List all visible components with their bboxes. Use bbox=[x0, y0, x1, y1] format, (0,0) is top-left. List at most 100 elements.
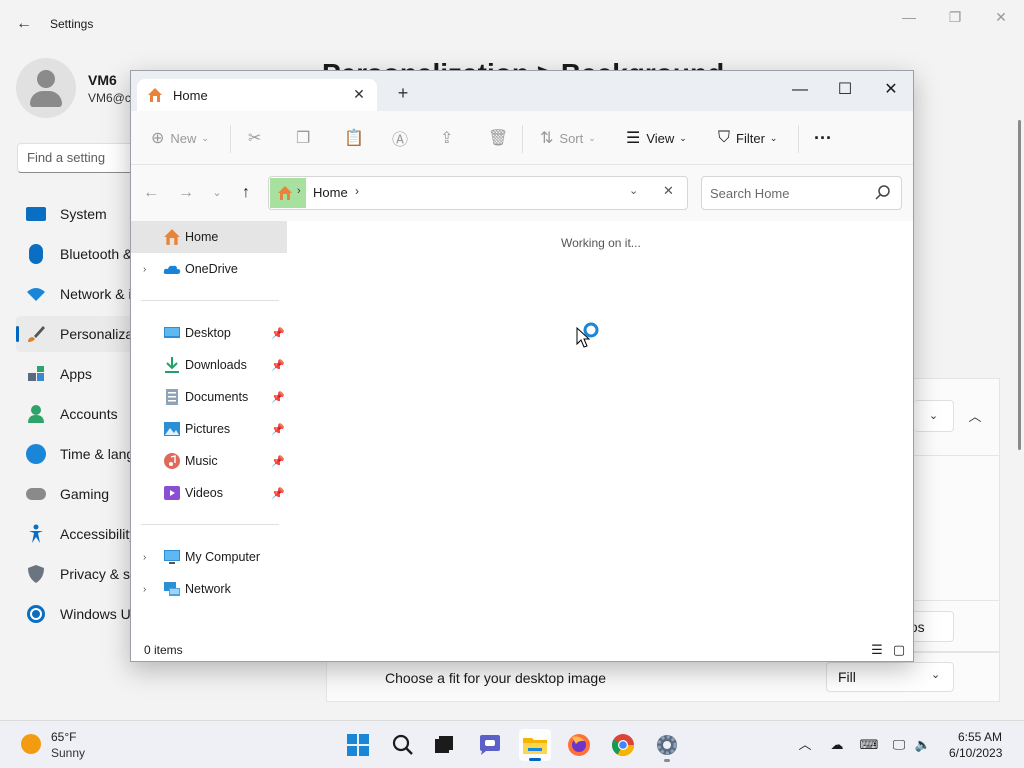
explorer-titlebar[interactable]: Home ✕ + — ☐ ✕ bbox=[131, 71, 913, 111]
show-hidden-icons-chevron-icon[interactable]: ︿ bbox=[795, 735, 815, 755]
pin-icon[interactable]: 📌 bbox=[271, 327, 285, 340]
address-clear-icon[interactable]: ✕ bbox=[663, 183, 674, 199]
expand-chevron-icon[interactable]: › bbox=[143, 584, 153, 595]
nav-item-home[interactable]: Home bbox=[131, 221, 287, 253]
nav-item-onedrive[interactable]: › OneDrive bbox=[131, 253, 287, 285]
fit-value: Fill bbox=[838, 669, 856, 685]
nav-label: My Computer bbox=[185, 550, 261, 564]
settings-nav-personalization[interactable]: Personalization bbox=[16, 316, 136, 352]
explorer-minimize-button[interactable]: — bbox=[777, 76, 823, 104]
back-arrow-icon[interactable]: ← bbox=[140, 182, 162, 204]
weather-temperature[interactable]: 65°F bbox=[51, 730, 76, 744]
recent-locations-chevron-icon[interactable]: ⌄ bbox=[206, 182, 228, 204]
pin-icon[interactable]: 📌 bbox=[271, 455, 285, 468]
delete-button[interactable]: 🗑 bbox=[488, 127, 514, 149]
explorer-close-button[interactable]: ✕ bbox=[868, 76, 913, 104]
clock-time[interactable]: 6:55 AM bbox=[958, 730, 1002, 744]
nav-item-documents[interactable]: Documents 📌 bbox=[131, 381, 287, 413]
start-button[interactable] bbox=[342, 729, 374, 761]
clock-date[interactable]: 6/10/2023 bbox=[949, 746, 1002, 760]
rename-button[interactable]: Ⓐ bbox=[392, 127, 414, 149]
see-more-button[interactable]: ··· bbox=[814, 127, 832, 149]
breadcrumb-chevron-icon[interactable]: › bbox=[355, 184, 359, 198]
settings-scrollbar[interactable] bbox=[1018, 120, 1021, 450]
address-home-segment[interactable]: › bbox=[270, 178, 306, 208]
chrome-button[interactable] bbox=[607, 729, 639, 761]
nav-item-videos[interactable]: Videos 📌 bbox=[131, 477, 287, 509]
nav-item-desktop[interactable]: Desktop 📌 bbox=[131, 317, 287, 349]
task-view-button[interactable] bbox=[428, 729, 460, 761]
clock-globe-icon bbox=[26, 444, 46, 464]
nav-label: Privacy & security bbox=[60, 566, 136, 582]
settings-nav-gaming[interactable]: Gaming bbox=[16, 476, 136, 512]
new-tab-plus-icon[interactable]: + bbox=[393, 83, 413, 103]
network-status-icon[interactable]: 🖵 bbox=[889, 735, 909, 755]
firefox-icon bbox=[568, 734, 590, 756]
settings-nav-time-language[interactable]: Time & language bbox=[16, 436, 136, 472]
tab-home[interactable]: Home ✕ bbox=[137, 79, 377, 111]
firefox-button[interactable] bbox=[563, 729, 595, 761]
sun-weather-icon[interactable] bbox=[21, 734, 41, 754]
back-arrow-icon[interactable]: ← bbox=[14, 14, 34, 34]
background-type-dropdown[interactable]: ⌄ bbox=[914, 400, 954, 432]
address-bar[interactable]: › Home › ⌄ ✕ bbox=[268, 176, 688, 210]
copy-button[interactable]: ❐ bbox=[296, 127, 316, 149]
sort-button[interactable]: ⇅ Sort ⌄ bbox=[540, 127, 596, 149]
paste-button[interactable]: 📋 bbox=[344, 127, 370, 149]
gamepad-icon bbox=[26, 488, 46, 500]
breadcrumb-home[interactable]: Home bbox=[313, 185, 348, 200]
nav-item-pictures[interactable]: Pictures 📌 bbox=[131, 413, 287, 445]
up-arrow-icon[interactable]: ↑ bbox=[235, 182, 257, 204]
nav-divider bbox=[141, 524, 279, 525]
cut-button[interactable]: ✂ bbox=[248, 127, 267, 149]
tab-close-icon[interactable]: ✕ bbox=[349, 84, 369, 104]
keyboard-icon[interactable]: ⌨ bbox=[859, 735, 879, 755]
avatar[interactable] bbox=[16, 58, 76, 118]
apps-icon bbox=[26, 364, 46, 384]
close-button[interactable]: ✕ bbox=[989, 8, 1013, 26]
taskbar-search-button[interactable] bbox=[387, 729, 419, 761]
nav-item-downloads[interactable]: Downloads 📌 bbox=[131, 349, 287, 381]
settings-nav-windows-update[interactable]: Windows Update bbox=[16, 596, 136, 632]
details-view-icon[interactable]: ☰ bbox=[869, 642, 885, 658]
settings-nav-accessibility[interactable]: Accessibility bbox=[16, 516, 136, 552]
forward-arrow-icon[interactable]: → bbox=[175, 182, 197, 204]
pin-icon[interactable]: 📌 bbox=[271, 391, 285, 404]
share-button[interactable]: ⇪ bbox=[440, 127, 459, 149]
new-button[interactable]: ⊕ New ⌄ bbox=[151, 127, 209, 149]
settings-nav-accounts[interactable]: Accounts bbox=[16, 396, 136, 432]
pin-icon[interactable]: 📌 bbox=[271, 487, 285, 500]
chevron-up-icon[interactable]: ︿ bbox=[964, 406, 986, 426]
volume-icon[interactable]: 🔈 bbox=[913, 735, 933, 755]
address-history-chevron-icon[interactable]: ⌄ bbox=[629, 184, 638, 197]
chrome-icon bbox=[612, 734, 634, 756]
pin-icon[interactable]: 📌 bbox=[271, 423, 285, 436]
settings-nav-bluetooth[interactable]: Bluetooth & devices bbox=[16, 236, 136, 272]
search-box[interactable]: Search Home bbox=[701, 176, 902, 210]
weather-condition[interactable]: Sunny bbox=[51, 746, 85, 760]
settings-nav-privacy[interactable]: Privacy & security bbox=[16, 556, 136, 592]
fit-dropdown[interactable]: Fill ⌄ bbox=[826, 662, 954, 692]
pin-icon[interactable]: 📌 bbox=[271, 359, 285, 372]
search-icon bbox=[875, 185, 890, 200]
onedrive-offline-icon[interactable]: ☁ bbox=[827, 735, 847, 755]
file-explorer-taskbar-button[interactable] bbox=[519, 729, 551, 761]
minimize-button[interactable]: — bbox=[897, 8, 921, 26]
expand-chevron-icon[interactable]: › bbox=[143, 552, 153, 563]
settings-nav-network[interactable]: Network & internet bbox=[16, 276, 136, 312]
search-input[interactable]: Search Home bbox=[710, 186, 789, 201]
settings-nav-apps[interactable]: Apps bbox=[16, 356, 136, 392]
nav-item-music[interactable]: Music 📌 bbox=[131, 445, 287, 477]
settings-search-input[interactable]: Find a setting bbox=[17, 143, 137, 173]
view-button[interactable]: ☰ View ⌄ bbox=[626, 127, 687, 149]
large-icons-view-icon[interactable]: ▢ bbox=[891, 642, 907, 658]
explorer-maximize-button[interactable]: ☐ bbox=[822, 76, 868, 104]
expand-chevron-icon[interactable]: › bbox=[143, 264, 153, 275]
restore-button[interactable]: ❐ bbox=[943, 8, 967, 26]
filter-button[interactable]: ⛉ Filter ⌄ bbox=[718, 127, 777, 149]
settings-nav-system[interactable]: System bbox=[16, 196, 136, 232]
teams-chat-button[interactable] bbox=[474, 729, 506, 761]
nav-item-my-computer[interactable]: › My Computer bbox=[131, 541, 287, 573]
settings-taskbar-button[interactable] bbox=[651, 729, 683, 762]
nav-item-network[interactable]: › Network bbox=[131, 573, 287, 605]
